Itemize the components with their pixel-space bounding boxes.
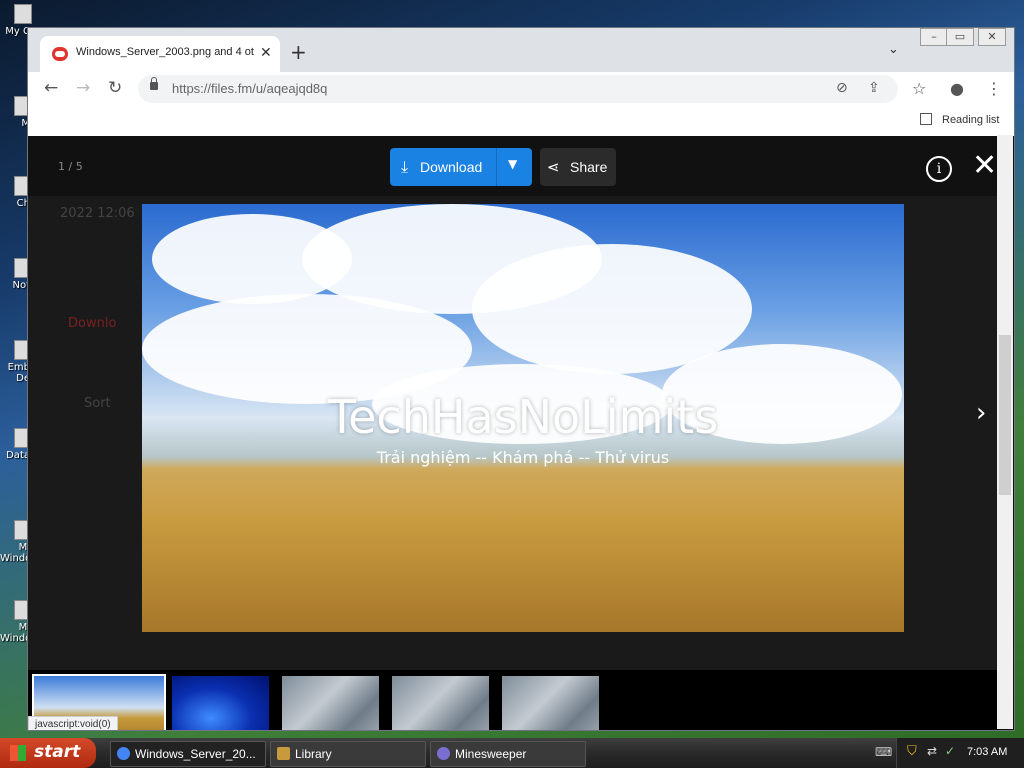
keyboard-icon[interactable]: ⌨ bbox=[875, 745, 892, 759]
minimize-button[interactable]: – bbox=[920, 28, 948, 46]
favicon-icon bbox=[52, 47, 68, 61]
chrome-icon bbox=[117, 747, 130, 760]
desktop-icon-m[interactable]: M bbox=[0, 96, 32, 129]
bookmarks-bar: Reading list bbox=[28, 106, 1014, 137]
scrollbar-thumb[interactable] bbox=[999, 335, 1011, 495]
download-label: Download bbox=[420, 159, 483, 175]
download-button[interactable]: ⤓ Download ▼ bbox=[390, 148, 532, 186]
main-image: TechHasNoLimits Trải nghiệm -- Khám phá … bbox=[142, 204, 904, 632]
browser-tab[interactable]: Windows_Server_2003.png and 4 ot ✕ bbox=[40, 36, 280, 72]
next-arrow-icon[interactable]: › bbox=[976, 398, 986, 428]
thumbnail-5[interactable] bbox=[502, 676, 599, 730]
menu-kebab-icon[interactable]: ⋮ bbox=[986, 79, 1002, 98]
tab-strip: Windows_Server_2003.png and 4 ot ✕ + ⌄ –… bbox=[28, 28, 1014, 72]
taskbar: start Windows_Server_20... Library Mines… bbox=[0, 738, 1024, 768]
library-icon bbox=[277, 747, 290, 760]
network-icon[interactable]: ⇄ bbox=[927, 744, 937, 758]
taskbar-item-library[interactable]: Library bbox=[270, 741, 426, 767]
status-bubble: javascript:void(0) bbox=[28, 716, 118, 730]
security-shield-icon[interactable]: ⛉ bbox=[907, 744, 917, 759]
ghost-download: Downlo bbox=[68, 316, 117, 331]
image-viewer: 2022 12:06 Downlo Sort 1 / 5 ⤓ Download … bbox=[28, 136, 1014, 730]
image-subtitle: Trải nghiệm -- Khám phá -- Thử virus bbox=[376, 448, 670, 467]
clock: 7:03 AM bbox=[967, 746, 1008, 758]
minesweeper-icon bbox=[437, 747, 450, 760]
reading-list-icon bbox=[920, 113, 932, 125]
system-tray: ⌨ ⛉ ⇄ ✓ 7:03 AM bbox=[875, 738, 1024, 768]
eye-off-icon[interactable]: ⊘ bbox=[836, 80, 848, 96]
taskbar-item-chrome[interactable]: Windows_Server_20... bbox=[110, 741, 266, 767]
tab-title: Windows_Server_2003.png and 4 ot bbox=[76, 46, 254, 58]
start-button[interactable]: start bbox=[0, 738, 96, 768]
divider bbox=[496, 148, 497, 186]
share-page-icon[interactable]: ⇪ bbox=[868, 80, 880, 96]
forward-arrow-icon[interactable]: → bbox=[76, 78, 90, 98]
ghost-sort: Sort bbox=[84, 396, 111, 411]
chevron-down-icon[interactable]: ▼ bbox=[508, 157, 517, 171]
bookmark-star-icon[interactable]: ☆ bbox=[912, 79, 926, 98]
lock-icon bbox=[150, 77, 158, 90]
taskbar-item-minesweeper[interactable]: Minesweeper bbox=[430, 741, 586, 767]
windows-flag-icon bbox=[10, 745, 26, 761]
maximize-button[interactable]: ▭ bbox=[946, 28, 974, 46]
computer-icon bbox=[14, 4, 32, 24]
reload-icon[interactable]: ↻ bbox=[108, 78, 122, 98]
download-icon: ⤓ bbox=[401, 157, 409, 176]
desktop-icon-chrome[interactable]: Ch bbox=[0, 176, 32, 209]
image-title: TechHasNoLimits bbox=[327, 390, 719, 444]
thumbnail-strip bbox=[28, 670, 998, 730]
desktop-icon-embedded[interactable]: Emb De bbox=[0, 340, 32, 384]
new-tab-button[interactable]: + bbox=[290, 40, 307, 64]
close-viewer-icon[interactable]: ✕ bbox=[972, 148, 997, 184]
thumbnail-2[interactable] bbox=[172, 676, 269, 730]
browser-window: Windows_Server_2003.png and 4 ot ✕ + ⌄ –… bbox=[27, 27, 1015, 731]
thumbnail-4[interactable] bbox=[392, 676, 489, 730]
browser-toolbar: ← → ↻ https://files.fm/u/aqeajqd8q ⊘ ⇪ ☆… bbox=[28, 72, 1014, 106]
desktop-icon-windows-2[interactable]: Mi Windo bbox=[0, 600, 32, 644]
page-scrollbar[interactable] bbox=[997, 135, 1013, 729]
desktop-icon-notepad[interactable]: Not bbox=[0, 258, 32, 291]
share-button[interactable]: ⋖ Share bbox=[540, 148, 616, 186]
back-arrow-icon[interactable]: ← bbox=[44, 78, 58, 98]
tab-close-icon[interactable]: ✕ bbox=[260, 45, 272, 61]
close-window-button[interactable]: ✕ bbox=[978, 28, 1006, 46]
safely-remove-icon[interactable]: ✓ bbox=[945, 744, 955, 758]
share-label: Share bbox=[570, 159, 608, 175]
desktop-icon-data[interactable]: Data bbox=[0, 428, 32, 461]
share-icon: ⋖ bbox=[547, 158, 560, 176]
tab-search-chevron-icon[interactable]: ⌄ bbox=[888, 42, 899, 57]
profile-avatar-icon[interactable]: ● bbox=[950, 79, 964, 98]
start-label: start bbox=[34, 742, 81, 762]
thumbnail-3[interactable] bbox=[282, 676, 379, 730]
url-text: https://files.fm/u/aqeajqd8q bbox=[172, 81, 328, 96]
reading-list-button[interactable]: Reading list bbox=[920, 113, 999, 126]
desktop-icon-windows-1[interactable]: Mi Windo bbox=[0, 520, 32, 564]
ghost-date: 2022 12:06 bbox=[60, 206, 135, 221]
info-icon[interactable]: i bbox=[926, 156, 952, 182]
image-counter: 1 / 5 bbox=[58, 160, 83, 173]
desktop-icon-my-computer[interactable]: My C bbox=[0, 4, 32, 37]
address-bar[interactable]: https://files.fm/u/aqeajqd8q ⊘ ⇪ bbox=[138, 75, 898, 103]
